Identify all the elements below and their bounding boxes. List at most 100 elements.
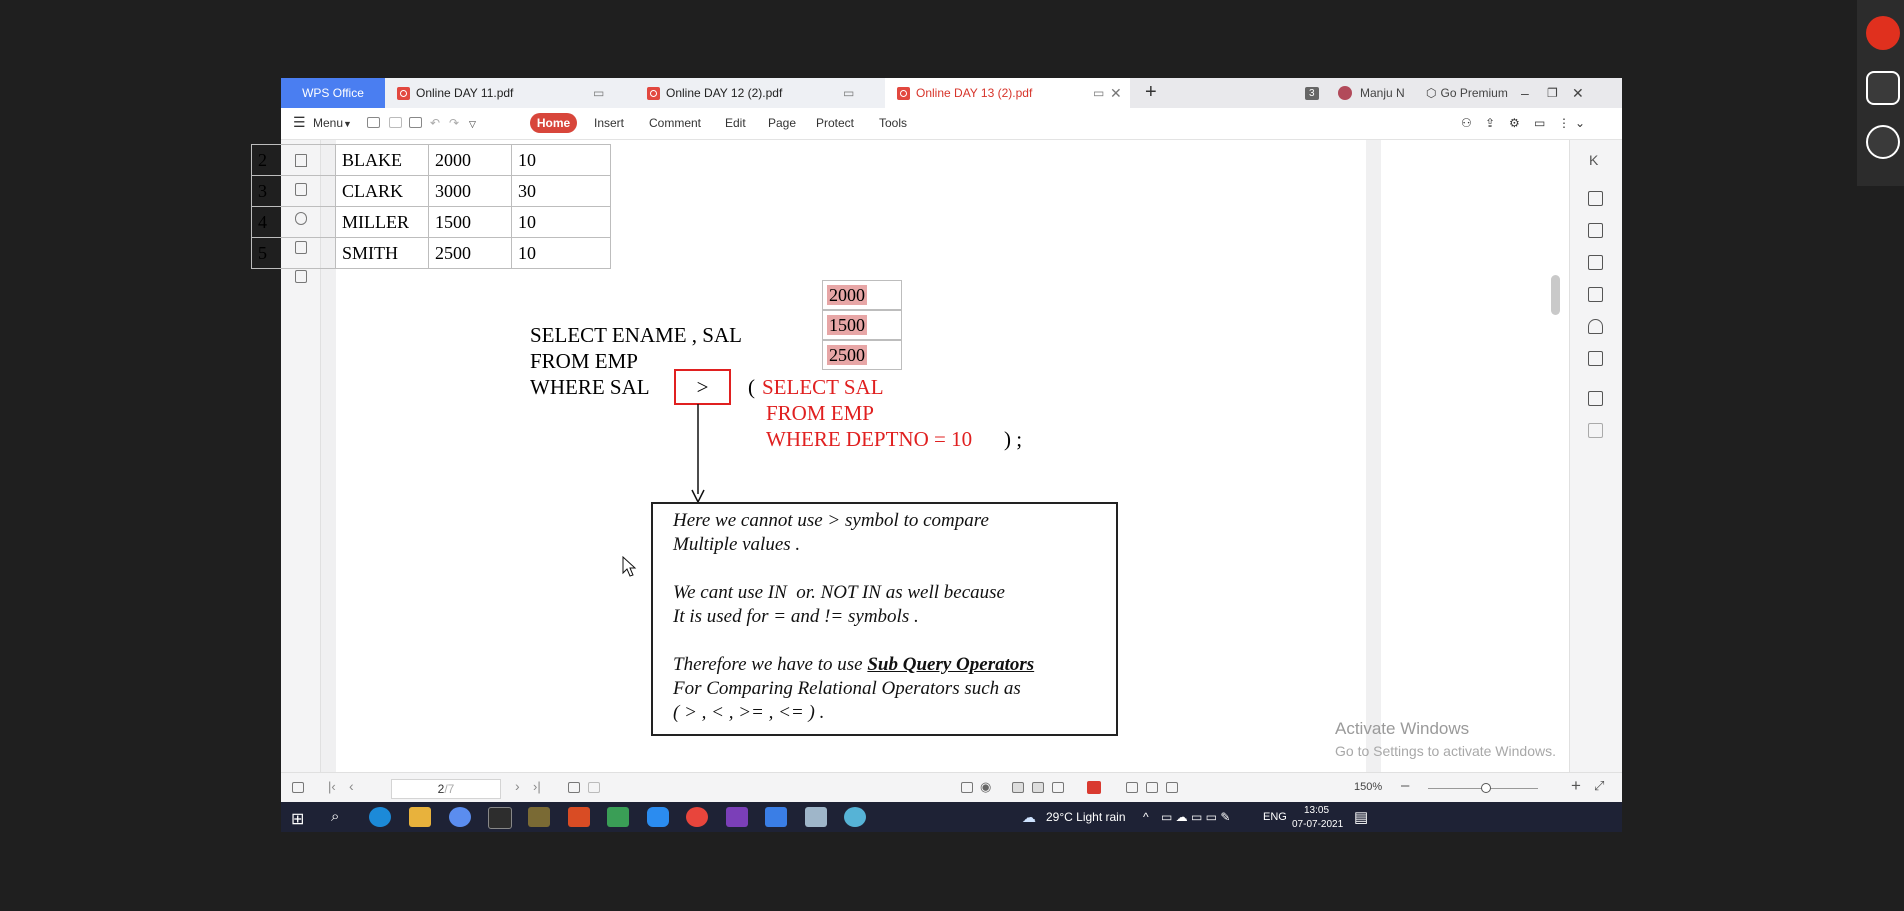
pdf-to-word-icon[interactable] (1588, 255, 1603, 270)
gear-icon[interactable]: ⚙ (1509, 116, 1520, 130)
more-options-icon[interactable]: ⋮ (1558, 116, 1570, 130)
open-folder-icon[interactable] (367, 117, 380, 128)
redo-icon[interactable]: ↷ (449, 116, 459, 130)
tab-count-badge[interactable]: 3 (1305, 78, 1319, 108)
clock-time[interactable]: 13:05 (1304, 805, 1329, 816)
zoom-level[interactable]: 150% (1354, 781, 1382, 793)
wps-taskbar-icon[interactable] (765, 807, 787, 827)
tray-icons[interactable]: ▭ ☁ ▭ ▭ ✎ (1161, 810, 1230, 824)
two-page-icon[interactable] (1052, 782, 1064, 793)
weather-text[interactable]: 29°C Light rain (1046, 810, 1126, 824)
sal-value-box: 2500 (822, 340, 902, 370)
arrow-connector (691, 404, 705, 504)
paint-icon[interactable] (528, 807, 550, 827)
annotation-list-icon[interactable] (295, 270, 307, 283)
restore-button[interactable]: ❐ (1547, 78, 1558, 108)
search-icon[interactable]: ⌕ (331, 808, 339, 825)
tab-online-day-11[interactable]: Online DAY 11.pdf ▭ (385, 78, 635, 108)
last-page-icon[interactable]: ›| (533, 779, 541, 794)
tab-online-day-12[interactable]: Online DAY 12 (2).pdf ▭ (635, 78, 885, 108)
file-explorer-icon[interactable] (409, 807, 431, 827)
page-number-input[interactable]: 2/7 (391, 779, 501, 799)
vertical-scrollbar-thumb[interactable] (1551, 275, 1560, 315)
hamburger-icon[interactable]: ☰ (293, 114, 306, 131)
sal-value-box: 1500 (822, 310, 902, 340)
onenote-icon[interactable] (726, 807, 748, 827)
fullscreen-icon[interactable]: ⤢ (1594, 778, 1604, 794)
fit-page-icon[interactable] (1146, 782, 1158, 793)
user-account[interactable]: Manju N (1338, 78, 1405, 108)
download-icon[interactable] (607, 807, 629, 827)
chevron-up-icon[interactable]: ^ (1143, 810, 1149, 824)
collapse-panel-icon[interactable]: K (1589, 152, 1598, 168)
actual-size-icon[interactable] (1126, 782, 1138, 793)
eye-protection-icon[interactable]: ◉ (980, 779, 991, 795)
terminal-icon[interactable] (488, 807, 512, 829)
app-icon[interactable] (805, 807, 827, 827)
user-add-icon[interactable]: ⚇ (1461, 116, 1472, 130)
table-cell: MILLER (335, 206, 429, 238)
pdf-convert-icon[interactable] (1588, 191, 1603, 206)
single-page-icon[interactable] (1012, 782, 1024, 793)
tab-edit[interactable]: Edit (725, 116, 746, 130)
comment-icon[interactable]: ▭ (1534, 116, 1545, 130)
screen-icon[interactable]: ▭ (843, 86, 854, 100)
chevron-down-icon[interactable]: ▼ (343, 119, 352, 129)
exit-icon[interactable] (961, 782, 973, 793)
language-indicator[interactable]: ENG (1263, 811, 1287, 823)
zoom-slider-handle[interactable] (1481, 783, 1491, 793)
raise-hand-icon[interactable] (1866, 125, 1900, 159)
minimize-button[interactable]: – (1521, 78, 1529, 108)
tab-tools[interactable]: Tools (879, 116, 907, 130)
prev-view-icon[interactable] (568, 782, 580, 793)
clock-date[interactable]: 07-07-2021 (1292, 819, 1343, 830)
new-tab-button[interactable]: + (1145, 81, 1157, 104)
tab-home[interactable]: Home (530, 113, 577, 133)
browser-icon[interactable] (449, 807, 471, 827)
close-tab-icon[interactable]: ✕ (1110, 85, 1122, 102)
screen-icon[interactable]: ▭ (1093, 86, 1104, 100)
windows-start-icon[interactable]: ⊞ (291, 809, 304, 829)
tab-online-day-13[interactable]: Online DAY 13 (2).pdf ▭ ✕ (885, 78, 1130, 108)
continuous-page-icon[interactable] (1032, 782, 1044, 793)
print-icon[interactable] (1588, 391, 1603, 406)
menu-button[interactable]: Menu (313, 116, 343, 130)
save-icon[interactable] (389, 117, 402, 128)
chrome-icon[interactable] (686, 807, 708, 827)
tab-protect[interactable]: Protect (816, 116, 854, 130)
zoom-in-icon[interactable]: + (1571, 776, 1581, 796)
panel-toggle-icon[interactable] (292, 782, 304, 793)
play-icon[interactable] (1087, 781, 1101, 794)
tab-comment[interactable]: Comment (649, 116, 701, 130)
zoom-app-icon[interactable] (647, 807, 669, 827)
format-icon[interactable] (1588, 423, 1603, 438)
wps-office-tab[interactable]: WPS Office (281, 78, 385, 108)
more-icon[interactable]: ▽ (469, 119, 476, 130)
next-page-icon[interactable]: › (515, 778, 520, 794)
snowflake-icon[interactable] (844, 807, 866, 827)
screen-icon[interactable]: ▭ (593, 86, 604, 100)
sign-icon[interactable] (1588, 319, 1603, 334)
tab-insert[interactable]: Insert (594, 116, 624, 130)
window-icon[interactable] (1866, 71, 1900, 105)
fit-width-icon[interactable] (1166, 782, 1178, 793)
first-page-icon[interactable]: |‹ (328, 779, 336, 794)
zoom-out-icon[interactable]: – (1401, 777, 1409, 794)
tab-bar: WPS Office Online DAY 11.pdf ▭ Online DA… (281, 78, 1622, 108)
collapse-ribbon-icon[interactable]: ⌄ (1575, 116, 1585, 130)
compare-icon[interactable] (1588, 351, 1603, 366)
fill-form-icon[interactable] (1588, 287, 1603, 302)
share-icon[interactable]: ⇪ (1485, 116, 1495, 130)
prev-page-icon[interactable]: ‹ (349, 778, 354, 794)
go-premium-button[interactable]: ⬡ Go Premium (1426, 78, 1508, 108)
mic-muted-icon[interactable] (1866, 16, 1900, 50)
edge-icon[interactable] (369, 807, 391, 827)
tab-page[interactable]: Page (768, 116, 796, 130)
next-view-icon[interactable] (588, 782, 600, 793)
print-icon[interactable] (409, 117, 422, 128)
notification-icon[interactable]: ▤ (1354, 808, 1368, 826)
edit-pdf-icon[interactable] (1588, 223, 1603, 238)
undo-icon[interactable]: ↶ (430, 116, 440, 130)
office-icon[interactable] (568, 807, 590, 827)
close-window-button[interactable]: ✕ (1572, 78, 1584, 108)
